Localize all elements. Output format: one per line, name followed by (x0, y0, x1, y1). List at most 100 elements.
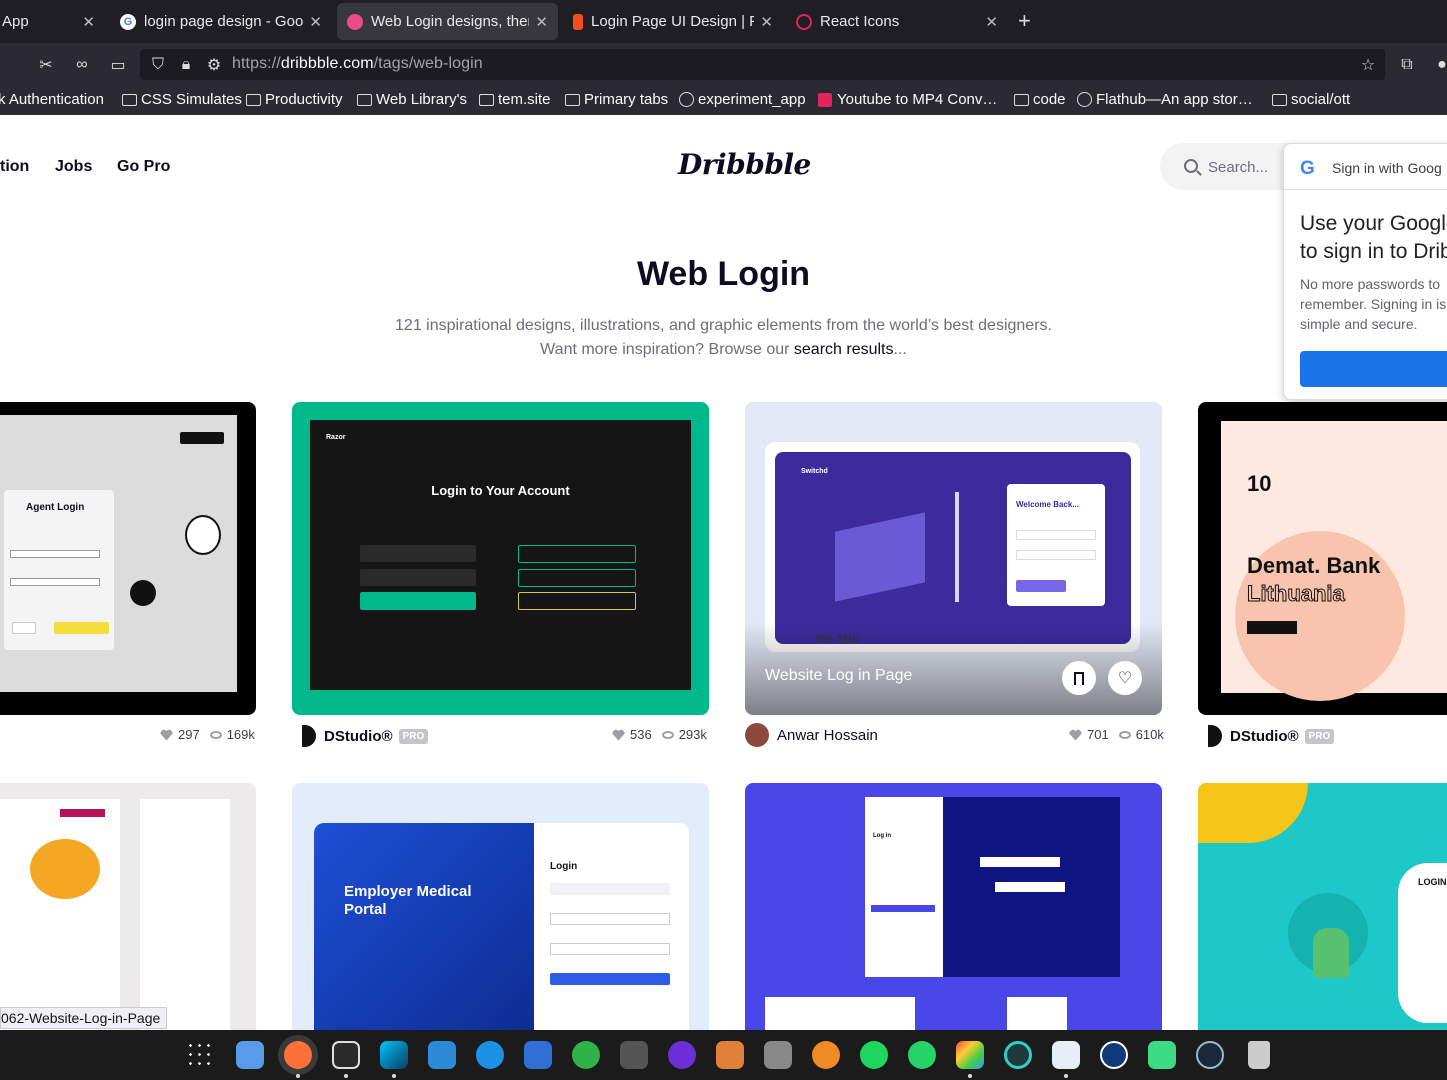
heart-icon[interactable] (1069, 728, 1082, 741)
like-button[interactable]: ♡ (1108, 661, 1142, 695)
files-icon[interactable] (236, 1041, 264, 1069)
inkscape-icon[interactable] (620, 1041, 648, 1069)
bookmark-folder[interactable]: tem.site (479, 91, 551, 108)
save-bookmark-button[interactable] (1062, 661, 1096, 695)
new-tab-button[interactable]: + (1018, 9, 1031, 33)
close-icon[interactable]: ✕ (82, 13, 95, 31)
settings-app-icon[interactable] (1004, 1041, 1032, 1069)
circle-app-icon[interactable] (668, 1041, 696, 1069)
google-signin-popup: G Sign in with Goog Use your Google to si… (1283, 143, 1447, 400)
firefox-icon[interactable] (284, 1041, 312, 1069)
eye-icon (209, 730, 222, 739)
google-popup-body: No more passwords to remember. Signing in… (1300, 276, 1447, 332)
search-results-link[interactable]: search results (794, 341, 894, 358)
running-indicator (344, 1074, 348, 1078)
shot-thumbnail: Agent Login (0, 415, 237, 692)
bookmark-folder[interactable]: Productivity (246, 91, 343, 108)
tab-bar: App ✕ G login page design - Googl ✕ Web … (0, 0, 1447, 43)
app-grid-icon[interactable] (186, 1041, 214, 1069)
android-studio-icon[interactable] (1148, 1041, 1176, 1069)
bookmark-folder[interactable]: code (1014, 91, 1066, 108)
shot-author[interactable]: DStudio® PRO (1208, 725, 1335, 747)
docker-icon[interactable] (476, 1041, 504, 1069)
shot-overlay-title[interactable]: Website Log in Page (765, 667, 912, 685)
login-card-mock: Agent Login (4, 490, 114, 650)
vscode-icon[interactable] (428, 1041, 456, 1069)
gimp-icon[interactable] (716, 1041, 744, 1069)
calculator-icon[interactable] (1052, 1041, 1080, 1069)
dribbble-logo[interactable]: Dribbble (678, 148, 811, 181)
heart-icon[interactable] (160, 728, 173, 741)
private-mask-icon[interactable]: ∞ (72, 55, 92, 75)
bookmark-folder[interactable]: CSS Simulates (122, 91, 242, 108)
color-picker-icon[interactable] (956, 1041, 984, 1069)
shot-card[interactable]: Employer Medical Portal Login (292, 783, 709, 1030)
shot-card[interactable] (0, 783, 256, 1030)
heart-icon[interactable] (612, 728, 625, 741)
tab-figma[interactable]: Login Page UI Design | Fig ✕ (563, 3, 783, 40)
shot-card[interactable]: LOGIN (1198, 783, 1447, 1030)
nav-link-inspiration[interactable]: tion (0, 158, 29, 176)
folder-icon (1272, 93, 1287, 106)
bookmark-item[interactable]: experiment_app (679, 91, 806, 108)
shot-author[interactable]: DStudio® PRO (302, 725, 429, 747)
shield-icon[interactable]: ⛉ (148, 55, 168, 75)
shot-card[interactable]: Razor Login to Your Account (292, 402, 709, 715)
close-icon[interactable]: ✕ (535, 13, 548, 31)
author-name[interactable]: DStudio® (1230, 728, 1299, 745)
steam-icon[interactable] (1196, 1041, 1224, 1069)
password-manager-icon[interactable] (1100, 1041, 1128, 1069)
page-content: tion Jobs Go Pro Dribbble Search... Web … (0, 115, 1447, 1030)
terminal-app-icon[interactable] (380, 1041, 408, 1069)
close-icon[interactable]: ✕ (309, 13, 322, 31)
lock-icon[interactable]: 🔒︎ (176, 55, 196, 75)
bookmark-folder[interactable]: social/ott (1272, 91, 1350, 108)
shot-author[interactable]: Anwar Hossain (745, 723, 878, 747)
tab-google-search[interactable]: G login page design - Googl ✕ (110, 3, 332, 40)
author-name[interactable]: Anwar Hossain (777, 727, 878, 744)
bookmark-folder[interactable]: Web Library's (357, 91, 467, 108)
globe-icon (1077, 92, 1092, 107)
tool-app-icon[interactable] (764, 1041, 792, 1069)
trash-icon[interactable] (1248, 1041, 1270, 1069)
extensions-puzzle-icon[interactable]: ⧉ (1397, 55, 1417, 75)
tab-react-icons[interactable]: React Icons ✕ (786, 3, 1008, 40)
author-name[interactable]: DStudio® (324, 728, 393, 745)
mongodb-icon[interactable] (572, 1041, 600, 1069)
permissions-icon[interactable]: ⚙ (204, 55, 224, 75)
folder-icon (479, 93, 494, 106)
tab-app[interactable]: App ✕ (0, 3, 105, 40)
nav-link-jobs[interactable]: Jobs (55, 158, 92, 176)
shot-thumbnail (0, 799, 120, 1030)
bookmarks-bar: k Authentication CSS Simulates Productiv… (0, 86, 1447, 115)
tab-dribbble[interactable]: Web Login designs, them ✕ (337, 3, 558, 40)
extension-icon[interactable]: ✂ (36, 55, 56, 75)
bookmark-item[interactable]: Youtube to MP4 Conv… (818, 91, 997, 108)
search-placeholder: Search... (1208, 159, 1269, 176)
shot-card[interactable]: 10 Demat. Bank Lithuania (1198, 402, 1447, 715)
shot-card[interactable]: Log in (745, 783, 1162, 1030)
close-icon[interactable]: ✕ (760, 13, 773, 31)
account-icon[interactable]: ● (1432, 55, 1447, 75)
globe-icon (679, 92, 694, 107)
url-text[interactable]: https://dribbble.com/tags/web-login (232, 55, 483, 73)
bookmark-item[interactable]: k Authentication (0, 91, 104, 108)
store-icon[interactable] (524, 1041, 552, 1069)
shot-card[interactable]: Switchd Welcome Back... Pin Min Website … (745, 402, 1162, 715)
close-icon[interactable]: ✕ (985, 13, 998, 31)
bookmark-folder[interactable]: Primary tabs (565, 91, 668, 108)
tab-title: React Icons (820, 13, 900, 30)
whatsapp-icon[interactable] (908, 1041, 936, 1069)
dock (0, 1030, 1447, 1080)
shot-card[interactable]: Agent Login (0, 402, 256, 715)
nav-link-go-pro[interactable]: Go Pro (117, 158, 170, 176)
google-continue-button[interactable] (1300, 351, 1447, 387)
sidebar-icon[interactable]: ▭ (108, 55, 128, 75)
cube-app-icon[interactable] (332, 1041, 360, 1069)
spotify-icon[interactable] (860, 1041, 888, 1069)
shot-stats: 701 610k (1069, 727, 1164, 742)
bookmark-item[interactable]: Flathub—An app stor… (1077, 91, 1253, 108)
tab-title: login page design - Googl (144, 13, 304, 30)
bookmark-star-icon[interactable]: ☆ (1358, 55, 1378, 75)
blender-icon[interactable] (812, 1041, 840, 1069)
